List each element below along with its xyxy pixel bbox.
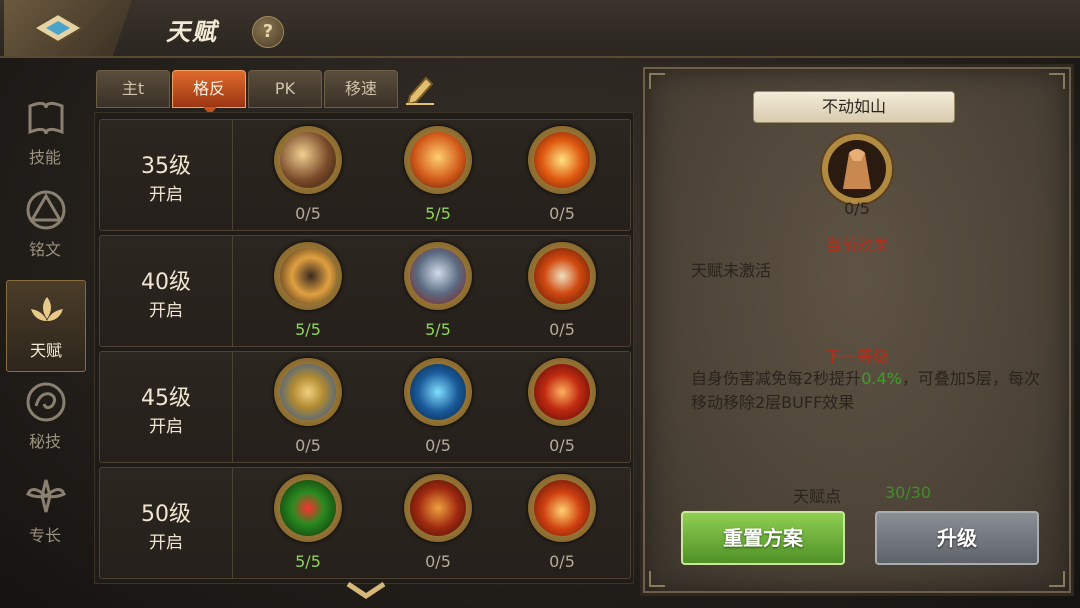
book-icon: [28, 101, 64, 135]
skill-count: 0/5: [295, 204, 321, 223]
tab-pk[interactable]: PK: [248, 70, 322, 108]
ice-warrior-icon: [410, 364, 466, 420]
fire-hands-icon: [410, 132, 466, 188]
panel-corner-ornament: [1049, 571, 1065, 587]
gold-shield-icon: [280, 364, 336, 420]
unlock-label: 开启: [149, 185, 183, 205]
level-label: 45级: [141, 386, 191, 411]
talent-skill[interactable]: 0/5: [268, 126, 348, 226]
armor-shield-icon: [410, 248, 466, 304]
panel-corner-ornament: [649, 73, 665, 89]
flame-swirl-icon: [534, 132, 590, 188]
skill-count: 0/5: [425, 436, 451, 455]
talent-skill[interactable]: 0/5: [522, 358, 602, 458]
talent-list[interactable]: 35级 开启 0/5 5/5 0/5 40级 开启 5/5 5/5 0/5 45…: [94, 112, 634, 584]
nav-label-secret: 秘技: [28, 432, 61, 451]
unlock-label: 开启: [149, 533, 183, 553]
talent-row-50: 50级 开启 5/5 0/5 0/5: [99, 467, 631, 579]
mountain-rock-icon: [820, 132, 894, 206]
nav-item-specialty[interactable]: 专长: [6, 466, 84, 556]
talent-points-value: 30/30: [885, 483, 932, 502]
skill-count: 5/5: [425, 204, 451, 223]
talent-skill[interactable]: 0/5: [398, 358, 478, 458]
nav-item-secret[interactable]: 秘技: [6, 372, 84, 462]
skill-count: 0/5: [549, 436, 575, 455]
flame-fist-icon: [534, 480, 590, 536]
talent-lotus-icon: [31, 297, 63, 321]
unlock-label: 开启: [149, 417, 183, 437]
specialty-wings-icon: [26, 479, 66, 513]
fire-demon-icon: [410, 480, 466, 536]
top-bar: 天赋 ?: [0, 0, 1080, 58]
tab-move-speed[interactable]: 移速: [324, 70, 398, 108]
talent-skill[interactable]: 0/5: [522, 474, 602, 574]
blood-blade-icon: [534, 364, 590, 420]
talent-skill[interactable]: 0/5: [522, 242, 602, 342]
talent-detail-panel: 不动如山 0/5 当前效果 天赋未激活 下一等级 自身伤害减免每2秒提升0.4%…: [640, 64, 1074, 596]
dark-fist-icon: [280, 248, 336, 304]
skill-count: 0/5: [425, 552, 451, 571]
talent-skill[interactable]: 5/5: [398, 242, 478, 342]
edit-pencil-icon[interactable]: [402, 72, 438, 106]
talent-skill[interactable]: 0/5: [522, 126, 602, 226]
current-effect-text: 天赋未激活: [691, 261, 772, 280]
talent-row-45: 45级 开启 0/5 0/5 0/5: [99, 351, 631, 463]
skill-count: 0/5: [549, 320, 575, 339]
level-cell: 50级 开启: [100, 468, 233, 578]
level-cell: 45级 开启: [100, 352, 233, 462]
next-level-text: 自身伤害减免每2秒提升0.4%，可叠加5层，每次移动移除2层BUFF效果: [691, 367, 1051, 415]
side-navigation: 技能 铭文 天赋 秘技 专长: [0, 80, 88, 580]
current-effect-heading: 当前效果: [824, 235, 889, 254]
back-diamond-icon: [32, 12, 84, 44]
help-button[interactable]: ?: [252, 16, 284, 48]
tab-main-tank[interactable]: 主t: [96, 70, 170, 108]
nav-item-inscription[interactable]: 铭文: [6, 180, 84, 270]
explosion-hammer-icon: [280, 132, 336, 188]
back-button[interactable]: [4, 0, 132, 56]
green-heart-icon: [280, 480, 336, 536]
talent-count: 0/5: [844, 199, 870, 218]
talent-skill[interactable]: 0/5: [268, 358, 348, 458]
unlock-label: 开启: [149, 301, 183, 321]
talent-skill[interactable]: 5/5: [398, 126, 478, 226]
secret-swirl-icon: [26, 382, 66, 422]
talent-row-35: 35级 开启 0/5 5/5 0/5: [99, 119, 631, 231]
inscription-triangle-icon: [26, 190, 66, 230]
nav-item-talent[interactable]: 天赋: [6, 280, 86, 372]
next-text-part: 自身伤害减免每2秒提升: [691, 369, 862, 388]
scroll-down-chevron-icon[interactable]: [344, 578, 388, 602]
next-text-value: 0.4%: [861, 369, 902, 388]
skill-count: 5/5: [295, 320, 321, 339]
level-label: 50级: [141, 502, 191, 527]
skill-count: 0/5: [295, 436, 321, 455]
fire-spear-icon: [534, 248, 590, 304]
skill-count: 5/5: [295, 552, 321, 571]
talent-row-40: 40级 开启 5/5 5/5 0/5: [99, 235, 631, 347]
level-label: 35级: [141, 154, 191, 179]
level-label: 40级: [141, 270, 191, 295]
talent-skill[interactable]: 0/5: [398, 474, 478, 574]
nav-label-skills: 技能: [28, 148, 61, 167]
next-level-heading: 下一等级: [824, 347, 889, 366]
talent-skill[interactable]: 5/5: [268, 474, 348, 574]
skill-count: 0/5: [549, 552, 575, 571]
level-cell: 35级 开启: [100, 120, 233, 230]
panel-corner-ornament: [1049, 73, 1065, 89]
tab-block-counter[interactable]: 格反: [172, 70, 246, 115]
panel-corner-ornament: [649, 571, 665, 587]
skill-count: 5/5: [425, 320, 451, 339]
nav-label-talent: 天赋: [29, 341, 62, 360]
talent-points-label: 天赋点: [793, 487, 842, 506]
upgrade-button[interactable]: 升级: [875, 511, 1039, 565]
skill-count: 0/5: [549, 204, 575, 223]
talent-name: 不动如山: [753, 91, 955, 123]
nav-item-skills[interactable]: 技能: [6, 88, 84, 178]
page-title: 天赋: [166, 17, 218, 46]
talent-skill[interactable]: 5/5: [268, 242, 348, 342]
nav-label-inscription: 铭文: [28, 240, 61, 259]
level-cell: 40级 开启: [100, 236, 233, 346]
reset-plan-button[interactable]: 重置方案: [681, 511, 845, 565]
nav-label-specialty: 专长: [28, 526, 61, 545]
